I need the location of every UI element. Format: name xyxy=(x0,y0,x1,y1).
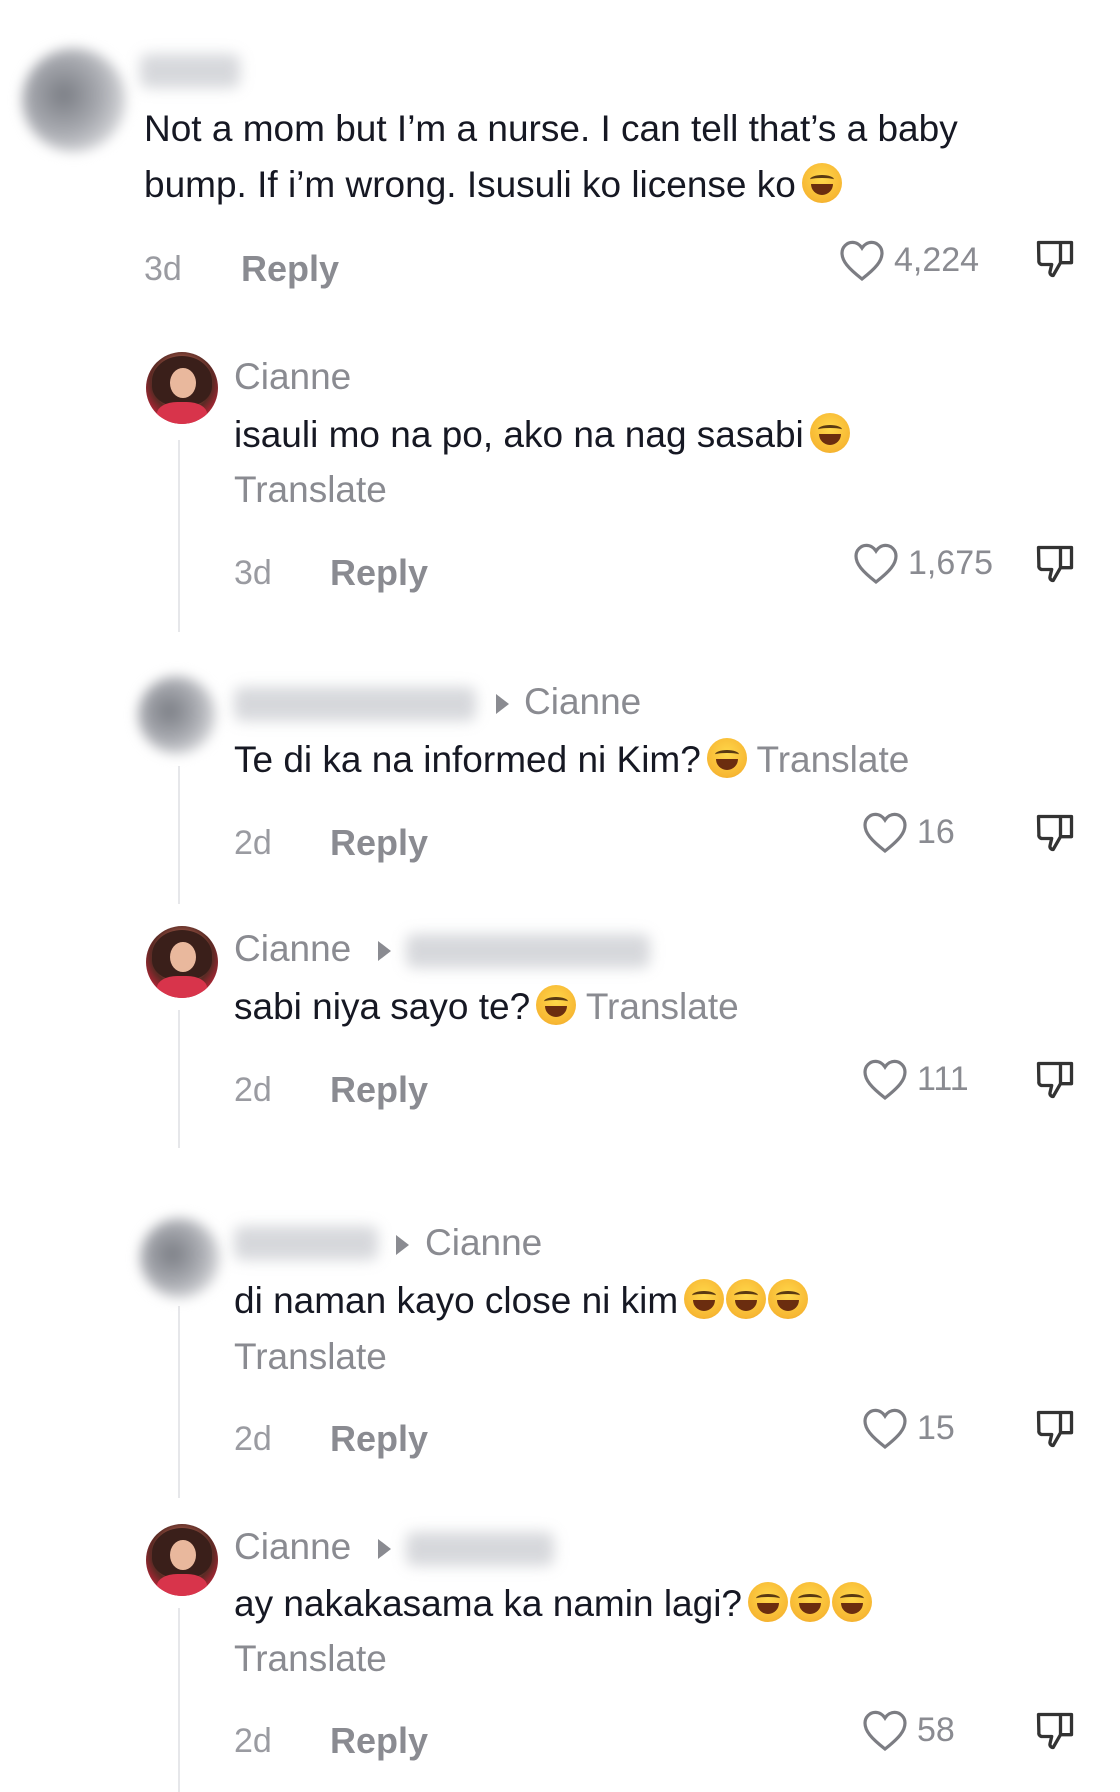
grinning-sweat-icon xyxy=(748,1582,789,1622)
reply-to-username-blurred[interactable] xyxy=(406,1532,554,1566)
timestamp: 3d xyxy=(234,554,272,592)
grinning-sweat-icon xyxy=(832,1582,873,1622)
reply-button[interactable]: Reply xyxy=(330,1069,428,1111)
tears-of-joy-icon xyxy=(536,985,577,1025)
timestamp: 2d xyxy=(234,824,272,862)
caret-right-icon xyxy=(396,1235,409,1255)
comment-text: bump. If i’m wrong. Isusuli ko license k… xyxy=(144,163,842,206)
caret-right-icon xyxy=(378,1539,391,1559)
comment-text: sabi niya sayo te? Translate xyxy=(234,985,739,1027)
heart-outline-icon xyxy=(863,1059,907,1101)
like-button[interactable]: 15 xyxy=(861,1406,955,1450)
reply-button[interactable]: Reply xyxy=(330,552,428,594)
heart-outline-icon xyxy=(840,240,884,282)
timestamp: 3d xyxy=(144,250,182,288)
username-blurred[interactable] xyxy=(234,1226,378,1260)
timestamp: 2d xyxy=(234,1420,272,1458)
like-count: 15 xyxy=(917,1408,955,1447)
username[interactable]: Cianne xyxy=(234,1526,351,1568)
tears-of-joy-icon xyxy=(706,738,747,778)
tears-of-joy-icon xyxy=(726,1279,767,1319)
like-count: 58 xyxy=(917,1710,955,1749)
translate-link[interactable]: Translate xyxy=(234,1638,387,1680)
grinning-sweat-icon xyxy=(790,1582,831,1622)
reply-to-username[interactable]: Cianne xyxy=(524,681,641,723)
heart-outline-icon xyxy=(863,1408,907,1450)
like-count: 111 xyxy=(917,1059,969,1098)
avatar[interactable] xyxy=(140,1218,220,1298)
like-count: 4,224 xyxy=(894,240,980,279)
reply-to-username[interactable]: Cianne xyxy=(425,1222,542,1264)
username[interactable]: Cianne xyxy=(234,356,351,398)
reply-to-username-blurred[interactable] xyxy=(406,934,650,968)
comment-text: isauli mo na po, ako na nag sasabi xyxy=(234,413,850,456)
heart-outline-icon xyxy=(863,812,907,854)
thumbs-down-icon[interactable] xyxy=(1033,1057,1077,1103)
like-button[interactable]: 1,675 xyxy=(852,541,993,585)
thumbs-down-icon[interactable] xyxy=(1033,541,1077,587)
thread-line xyxy=(178,1306,180,1498)
like-count: 16 xyxy=(917,812,955,851)
reply-button[interactable]: Reply xyxy=(330,1418,428,1460)
avatar[interactable] xyxy=(22,48,126,152)
reply-button[interactable]: Reply xyxy=(330,1720,428,1762)
tears-of-joy-icon xyxy=(801,163,842,203)
comment-text: ay nakakasama ka namin lagi? xyxy=(234,1582,873,1625)
like-button[interactable]: 4,224 xyxy=(838,238,979,282)
username-blurred[interactable] xyxy=(234,687,476,721)
timestamp: 2d xyxy=(234,1071,272,1109)
translate-link[interactable]: Translate xyxy=(234,469,387,511)
like-button[interactable]: 58 xyxy=(861,1708,955,1752)
like-button[interactable]: 16 xyxy=(861,810,955,854)
reply-button[interactable]: Reply xyxy=(241,248,339,290)
heart-outline-icon xyxy=(863,1710,907,1752)
thumbs-down-icon[interactable] xyxy=(1033,1708,1077,1754)
caret-right-icon xyxy=(496,694,509,714)
thread-line xyxy=(178,440,180,632)
thread-line xyxy=(178,1010,180,1148)
username[interactable]: Cianne xyxy=(234,928,351,970)
heart-outline-icon xyxy=(854,543,898,585)
comment-text: Te di ka na informed ni Kim? Translate xyxy=(234,738,910,780)
thumbs-down-icon[interactable] xyxy=(1033,1406,1077,1452)
tears-of-joy-icon xyxy=(684,1279,725,1319)
avatar[interactable] xyxy=(138,676,216,754)
tears-of-joy-icon xyxy=(768,1279,809,1319)
translate-link[interactable]: Translate xyxy=(586,986,739,1027)
reply-button[interactable]: Reply xyxy=(330,822,428,864)
translate-link[interactable]: Translate xyxy=(756,739,909,780)
comment-text: Not a mom but I’m a nurse. I can tell th… xyxy=(144,108,958,149)
username-blurred[interactable] xyxy=(140,54,240,88)
avatar[interactable] xyxy=(146,926,218,998)
like-count: 1,675 xyxy=(908,543,994,582)
timestamp: 2d xyxy=(234,1722,272,1760)
like-button[interactable]: 111 xyxy=(861,1057,969,1101)
caret-right-icon xyxy=(378,941,391,961)
thumbs-down-icon[interactable] xyxy=(1033,236,1077,282)
comment-text: di naman kayo close ni kim xyxy=(234,1279,809,1322)
tears-of-joy-icon xyxy=(809,413,850,453)
avatar[interactable] xyxy=(146,352,218,424)
thumbs-down-icon[interactable] xyxy=(1033,810,1077,856)
thread-line xyxy=(178,1608,180,1792)
avatar[interactable] xyxy=(146,1524,218,1596)
translate-link[interactable]: Translate xyxy=(234,1336,387,1378)
thread-line xyxy=(178,766,180,904)
